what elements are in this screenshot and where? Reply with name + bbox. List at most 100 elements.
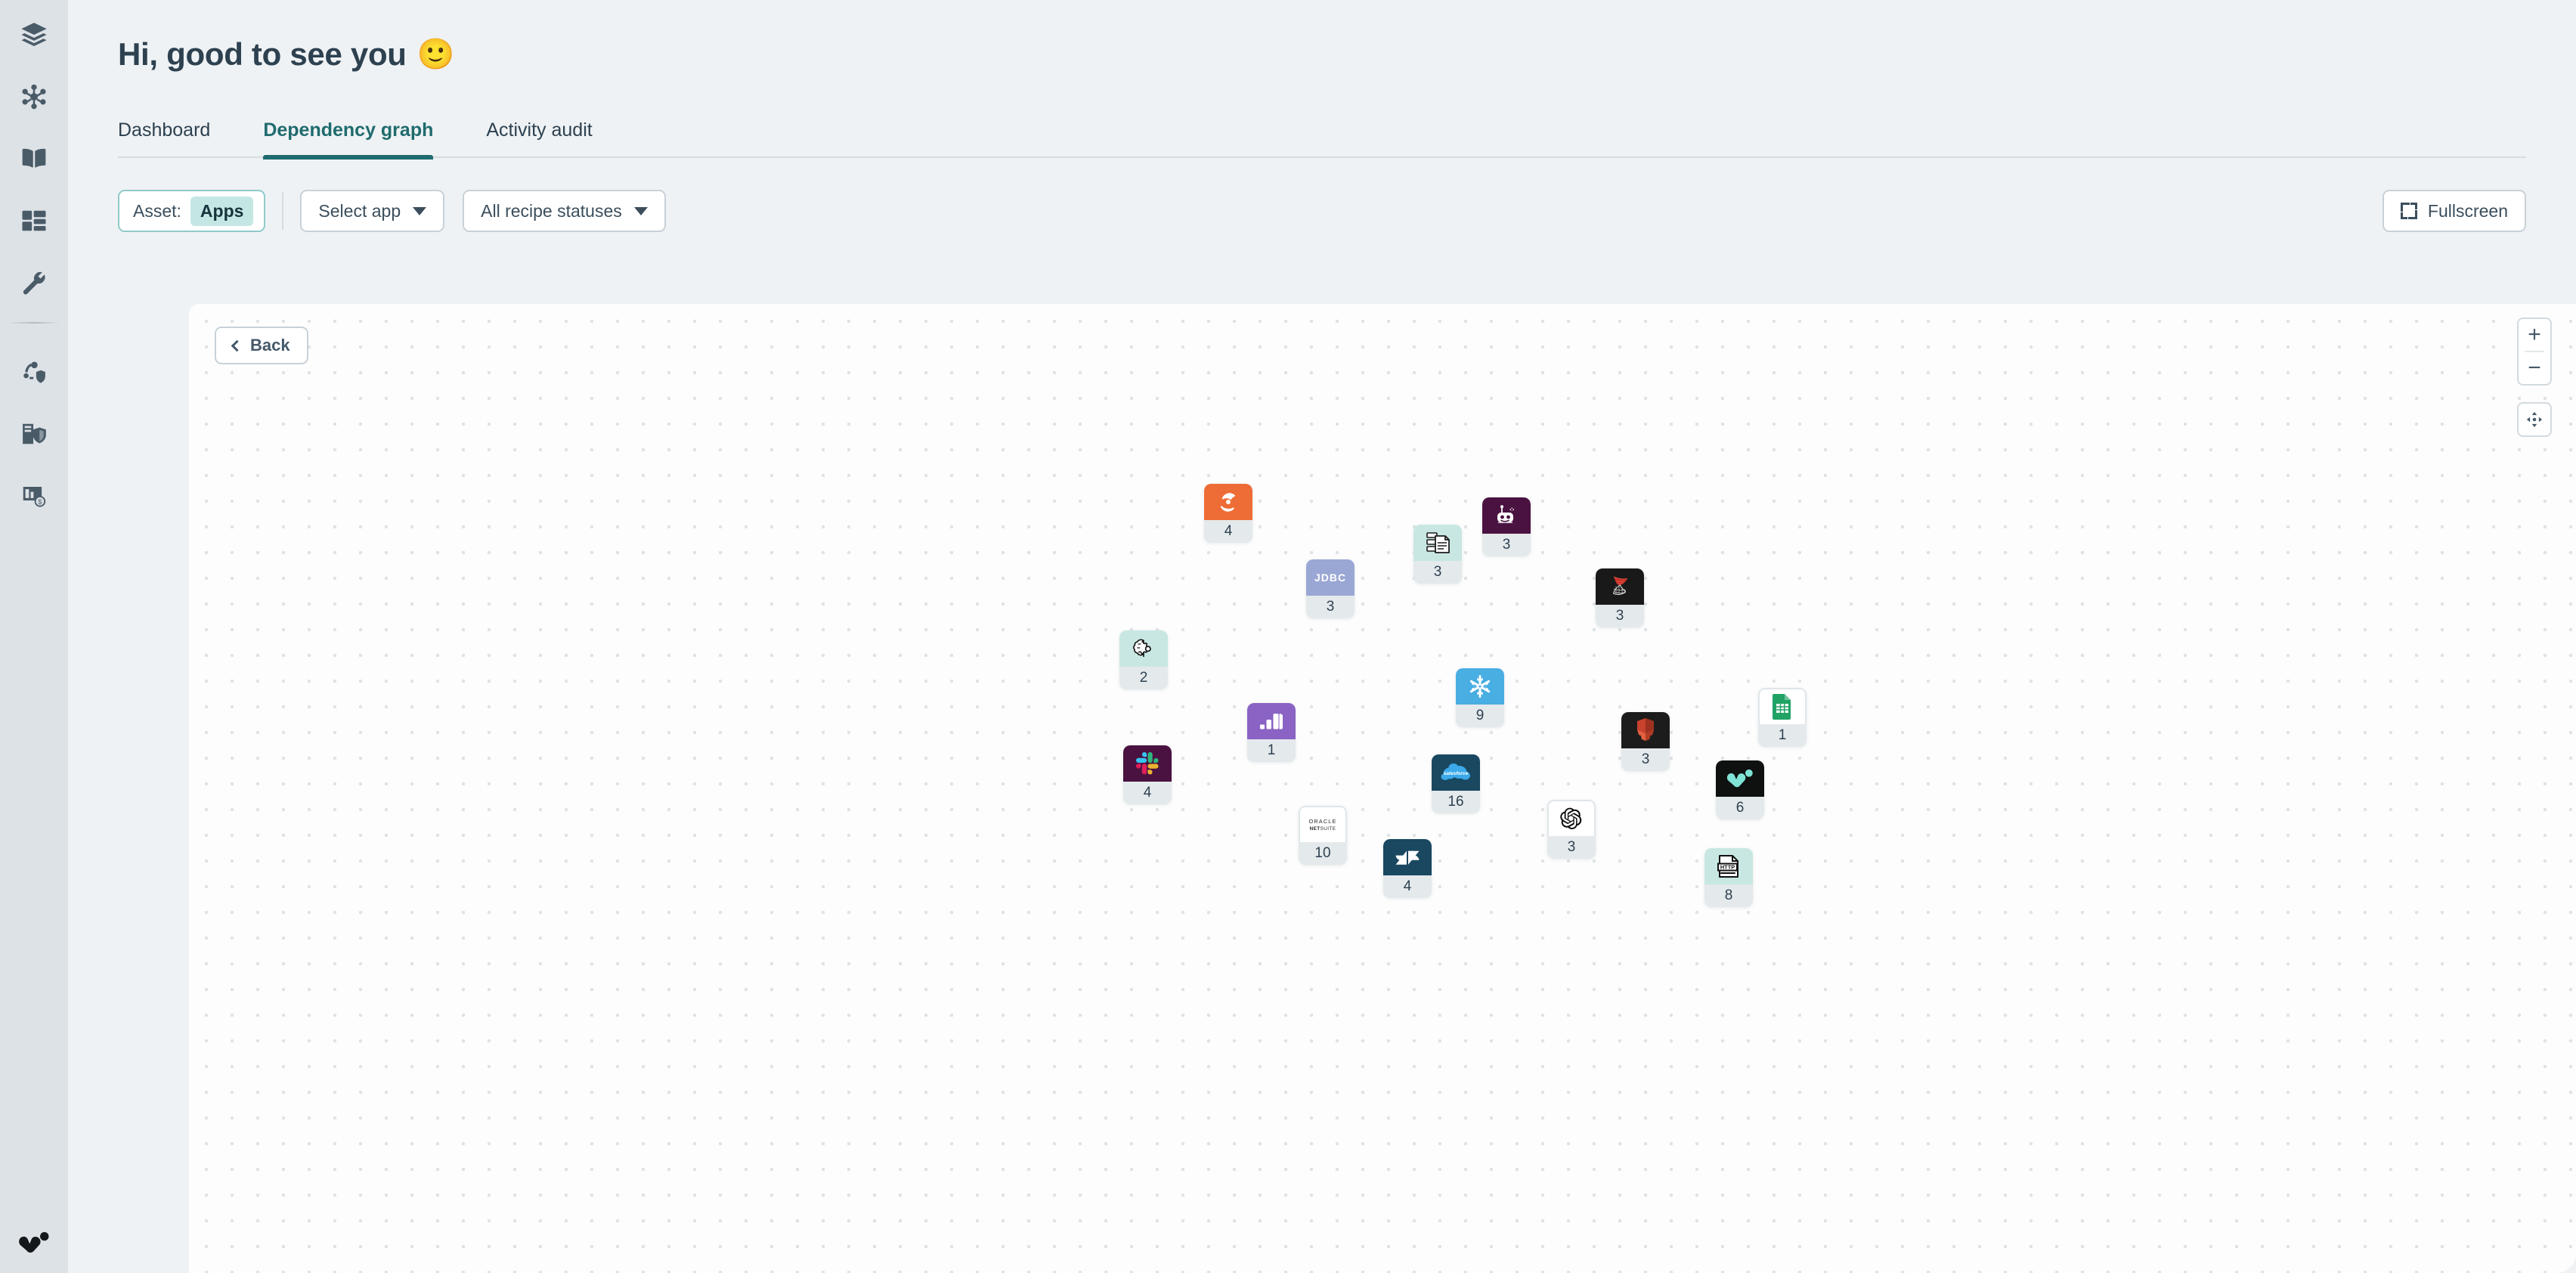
workato-tile-icon: [1716, 760, 1764, 797]
reddit-bot-icon: [1482, 497, 1531, 534]
chevron-down-icon: [633, 206, 648, 215]
governance-icon: [23, 423, 46, 444]
graph-node-count: 3: [1596, 605, 1644, 627]
snowflake-icon: [1456, 668, 1504, 705]
fullscreen-label: Fullscreen: [2427, 200, 2508, 221]
recipe-status-label: All recipe statuses: [481, 200, 622, 221]
zoom-in-button[interactable]: +: [2519, 319, 2550, 351]
page-title: Hi, good to see you 🙂: [118, 36, 2526, 73]
graph-node-count: 8: [1704, 884, 1753, 907]
workato-logo-icon: [19, 1231, 49, 1253]
documents-icon: [1413, 525, 1462, 561]
graph-node-count: 4: [1204, 520, 1252, 543]
graph-node-count: 3: [1482, 534, 1531, 556]
tools-icon: [23, 271, 45, 295]
svg-text:NETSUITE: NETSUITE: [1310, 826, 1336, 832]
powerbi-icon: [1247, 703, 1296, 739]
svg-text:JDBC: JDBC: [1314, 571, 1346, 584]
graph-node-reddit[interactable]: 3: [1482, 497, 1531, 556]
billing-icon: $: [23, 486, 46, 507]
library-icon: [22, 148, 46, 168]
graph-node-zendesk[interactable]: 4: [1383, 839, 1432, 898]
graph-node-count: 16: [1432, 791, 1480, 813]
graph-node-salesforce[interactable]: salesforce 16: [1432, 754, 1480, 813]
sidebar-item-projects[interactable]: [13, 14, 55, 56]
sidebar-item-tools[interactable]: [13, 262, 55, 304]
projects-icon: [21, 23, 47, 47]
graph-node-count: 1: [1758, 724, 1807, 747]
dependency-graph-canvas[interactable]: Back + − 4 3 3 JDBC 3 3 2 9 1 1 3 4 salesforce 16 6 ORA…: [189, 304, 2576, 1273]
fullscreen-icon: [2400, 203, 2417, 219]
graph-node-netsuite[interactable]: ORACLE NETSUITE 10: [1299, 806, 1347, 865]
graph-node-count: 1: [1247, 739, 1296, 762]
move-fit-icon: [2526, 411, 2543, 428]
left-sidebar: $: [0, 0, 68, 1273]
select-app-label: Select app: [318, 200, 401, 221]
tab-bar: Dashboard Dependency graph Activity audi…: [118, 119, 2526, 160]
graph-node-count: 2: [1119, 667, 1168, 689]
toolbar-divider: [282, 192, 284, 230]
graph-node-powerbi[interactable]: 1: [1247, 703, 1296, 762]
graph-node-count: 10: [1299, 842, 1347, 865]
platform-icon: [23, 361, 45, 383]
graph-node-openai[interactable]: 3: [1547, 800, 1596, 859]
zoom-out-button[interactable]: −: [2519, 352, 2550, 384]
connections-icon: [22, 84, 46, 110]
main-content: Hi, good to see you 🙂 Dashboard Dependen…: [68, 0, 2576, 1273]
graph-node-s3[interactable]: 3: [1621, 712, 1670, 771]
app-root: $ Hi, good to see you 🙂 Dashboard Depend…: [0, 0, 2576, 1273]
sidebar-divider: [8, 322, 60, 324]
svg-text:$: $: [38, 498, 42, 506]
svg-text:HTTP: HTTP: [1720, 864, 1735, 871]
graph-node-count: 3: [1413, 561, 1462, 584]
sidebar-item-governance[interactable]: [13, 413, 55, 455]
graph-node-workato[interactable]: 6: [1716, 760, 1764, 819]
asset-filter-label: Asset:: [133, 200, 181, 221]
workato-brand-logo[interactable]: [17, 1229, 51, 1256]
asset-filter-button[interactable]: Asset: Apps: [118, 190, 266, 232]
graph-node-count: 4: [1123, 782, 1172, 804]
amazon-s3-icon: [1621, 712, 1670, 748]
brain-gear-icon: [1119, 630, 1168, 667]
sidebar-item-billing[interactable]: $: [13, 475, 55, 517]
graph-node-ai-tools[interactable]: 2: [1119, 630, 1168, 689]
fullscreen-button[interactable]: Fullscreen: [2382, 190, 2526, 232]
openai-icon: [1547, 800, 1596, 836]
graph-node-count: 9: [1456, 705, 1504, 727]
sidebar-item-connections[interactable]: [13, 76, 55, 118]
smiley-icon: 🙂: [416, 38, 455, 71]
greeting-text: Hi, good to see you: [118, 36, 407, 72]
select-app-dropdown[interactable]: Select app: [300, 190, 445, 232]
tab-dashboard[interactable]: Dashboard: [118, 119, 210, 156]
http-icon: HTTP: [1704, 848, 1753, 884]
graph-node-slack[interactable]: 4: [1123, 745, 1172, 804]
jdbc-icon: JDBC: [1306, 559, 1355, 596]
confluence-icon: [1204, 484, 1252, 520]
graph-node-gsheets[interactable]: 1: [1758, 688, 1807, 747]
slack-icon: [1123, 745, 1172, 782]
graph-node-sqlserver[interactable]: 3: [1596, 568, 1644, 627]
google-sheets-icon: [1758, 688, 1807, 724]
recipe-status-dropdown[interactable]: All recipe statuses: [463, 190, 666, 232]
sidebar-item-library[interactable]: [13, 138, 55, 180]
graph-node-count: 3: [1306, 596, 1355, 618]
sidebar-item-platform[interactable]: [13, 351, 55, 393]
tab-activity-audit[interactable]: Activity audit: [486, 119, 592, 156]
graph-node-confluence[interactable]: 4: [1204, 484, 1252, 543]
tab-dependency-graph[interactable]: Dependency graph: [263, 119, 434, 160]
asset-filter-value: Apps: [190, 196, 254, 226]
back-button[interactable]: Back: [215, 327, 308, 364]
graph-node-count: 6: [1716, 797, 1764, 819]
back-label: Back: [250, 336, 290, 355]
fit-to-screen-button[interactable]: [2517, 402, 2552, 437]
zendesk-icon: [1383, 839, 1432, 875]
graph-node-count: 3: [1621, 748, 1670, 771]
graph-node-http[interactable]: HTTP 8: [1704, 848, 1753, 907]
filter-toolbar: Asset: Apps Select app All recipe status…: [118, 190, 2526, 232]
graph-node-doc-tools[interactable]: 3: [1413, 525, 1462, 584]
graph-node-snowflake[interactable]: 9: [1456, 668, 1504, 727]
sidebar-item-workspace[interactable]: [13, 200, 55, 242]
graph-node-jdbc[interactable]: JDBC 3: [1306, 559, 1355, 618]
graph-node-count: 4: [1383, 875, 1432, 898]
svg-text:ORACLE: ORACLE: [1309, 818, 1337, 825]
